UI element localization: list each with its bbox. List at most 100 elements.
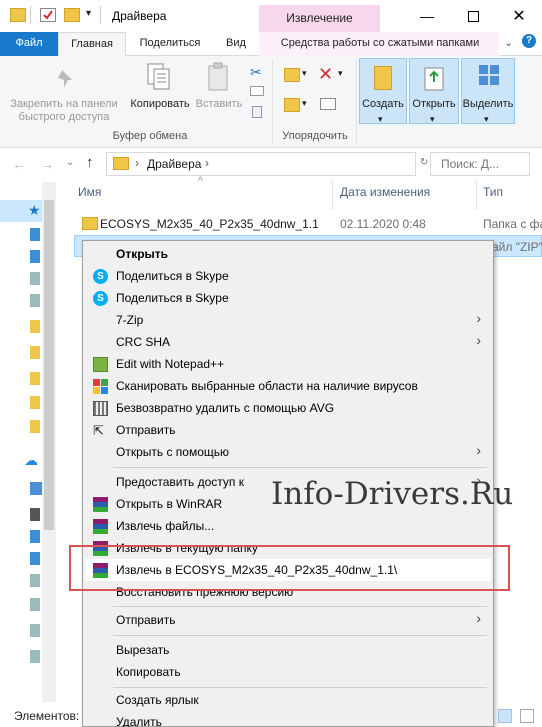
menu-item-copy[interactable]: Копировать [85,661,491,683]
rename-icon[interactable] [320,98,336,110]
menu-item-7zip[interactable]: 7-Zip › [85,309,491,331]
folder-icon[interactable] [10,8,26,22]
new-folder-icon[interactable] [64,8,80,22]
desktop-icon[interactable] [30,530,40,543]
documents-icon[interactable] [30,272,40,285]
watermark: Info-Drivers.Ru [271,476,514,512]
menu-item-send-to[interactable]: Отправить › [85,609,491,631]
chevron-down-icon: ▾ [302,68,307,78]
chevron-down-icon: ▾ [484,114,489,124]
menu-item-avg-delete[interactable]: Безвозвратно удалить с помощью AVG [85,397,491,419]
sort-ascending-icon: ^ [198,176,203,187]
breadcrumb-current[interactable]: Драйвера [147,157,201,171]
folder-icon[interactable] [30,420,40,433]
ribbon: Закрепить на панели быстрого доступа Коп… [0,56,542,148]
column-header-type[interactable]: Тип [483,185,503,199]
minimize-button[interactable]: — [404,0,450,32]
open-label: Открыть [412,98,456,110]
recent-locations-icon[interactable]: ⌄ [66,157,74,168]
refresh-icon[interactable]: ↻ [420,157,428,168]
menu-item-create-shortcut[interactable]: Создать ярлык [85,689,491,711]
help-icon[interactable]: ? [522,34,536,48]
customize-quick-access-icon[interactable]: ▾ [86,8,91,19]
menu-item-label: CRC SHA [116,335,171,349]
open-icon [424,67,444,91]
menu-item-share[interactable]: ⇱ Отправить [85,419,491,441]
close-button[interactable]: ✕ [496,0,542,32]
submenu-arrow-icon: › [476,442,481,458]
copy-path-icon[interactable] [250,86,264,96]
breadcrumb-chevron-icon[interactable]: › [205,156,209,170]
tab-compressed-tools[interactable]: Средства работы со сжатыми папками [264,32,496,56]
pin-button[interactable]: Закрепить на панели быстрого доступа [4,98,124,124]
menu-item-open[interactable]: Открыть [85,243,491,265]
pin-label-line1: Закрепить на панели [10,98,118,110]
title-bar: ▾ Драйвера Извлечение — ✕ [0,0,542,32]
menu-item-skype-share[interactable]: S Поделиться в Skype [85,287,491,309]
menu-item-crc-sha[interactable]: CRC SHA › [85,331,491,353]
large-icons-view-icon[interactable] [520,709,534,723]
details-view-icon[interactable] [498,709,512,723]
tab-home[interactable]: Главная [58,32,126,57]
downloads-icon[interactable] [30,250,40,263]
column-header-name[interactable]: Имя [78,185,101,199]
divider[interactable] [476,180,477,210]
column-header-date[interactable]: Дата изменения [340,185,430,199]
divider [356,60,357,144]
menu-item-extract-files[interactable]: Извлечь файлы... [85,515,491,537]
documents-icon[interactable] [30,574,40,587]
folder-icon[interactable] [30,320,40,333]
back-icon[interactable]: ← [12,156,26,172]
menu-item-label: Edit with Notepad++ [116,357,225,371]
menu-item-open-with[interactable]: Открыть с помощью › [85,441,491,463]
tab-file[interactable]: Файл [0,32,58,56]
divider [100,6,101,24]
collapse-ribbon-icon[interactable]: ⌄ [504,36,513,49]
nav-item-quick-access[interactable]: ★ [0,200,42,222]
window-title: Драйвера [112,9,167,23]
chevron-down-icon: ▾ [430,114,435,124]
paste-shortcut-icon[interactable] [252,106,262,118]
menu-item-delete[interactable]: Удалить [85,711,491,727]
maximize-icon [467,10,479,22]
maximize-button[interactable] [450,0,496,32]
copy-button[interactable]: Копировать [126,98,194,111]
menu-item-skype-share[interactable]: S Поделиться в Skype [85,265,491,287]
address-bar: ← → ⌄ ↑ › Драйвера › ↻ Поиск: Д... [0,148,542,180]
table-row[interactable]: ECOSYS_M2x35_40_P2x35_40dnw_1.1 02.11.20… [74,213,542,235]
menu-item-label: Вырезать [116,643,170,657]
copy-to-icon[interactable] [284,98,300,112]
folder-icon[interactable] [30,372,40,385]
downloads-icon[interactable] [30,552,40,565]
search-input[interactable]: Поиск: Д... [430,152,530,176]
music-icon[interactable] [30,624,40,637]
menu-item-label: Копировать [116,665,181,679]
videos-icon[interactable] [30,650,40,663]
pictures-icon[interactable] [30,598,40,611]
ribbon-tabs: Файл Главная Поделиться Вид Средства раб… [0,32,542,57]
properties-icon[interactable] [40,8,56,22]
menu-item-avg-scan[interactable]: Сканировать выбранные области на наличие… [85,375,491,397]
folder-icon[interactable] [30,396,40,409]
menu-item-notepad[interactable]: Edit with Notepad++ [85,353,491,375]
divider[interactable] [332,180,333,210]
divider [272,60,273,144]
folder-icon[interactable] [30,346,40,359]
address-input[interactable]: › Драйвера › [106,152,416,176]
menu-item-cut[interactable]: Вырезать [85,639,491,661]
tab-share[interactable]: Поделиться [132,32,208,56]
paste-button[interactable]: Вставить [194,98,244,111]
nav-scrollbar-thumb[interactable] [44,200,54,530]
chevron-down-icon: ▾ [302,98,307,108]
delete-icon[interactable]: ✕ [318,64,333,85]
desktop-icon[interactable] [30,228,40,241]
cut-icon[interactable]: ✂ [250,64,262,81]
drive-icon[interactable] [30,508,40,521]
move-to-icon[interactable] [284,68,300,82]
tab-view[interactable]: Вид [216,32,256,56]
forward-icon[interactable]: → [40,156,54,172]
onedrive-icon[interactable]: ☁ [24,452,38,469]
pictures-icon[interactable] [30,294,40,307]
up-icon[interactable]: ↑ [86,154,94,171]
winrar-icon [93,497,108,512]
